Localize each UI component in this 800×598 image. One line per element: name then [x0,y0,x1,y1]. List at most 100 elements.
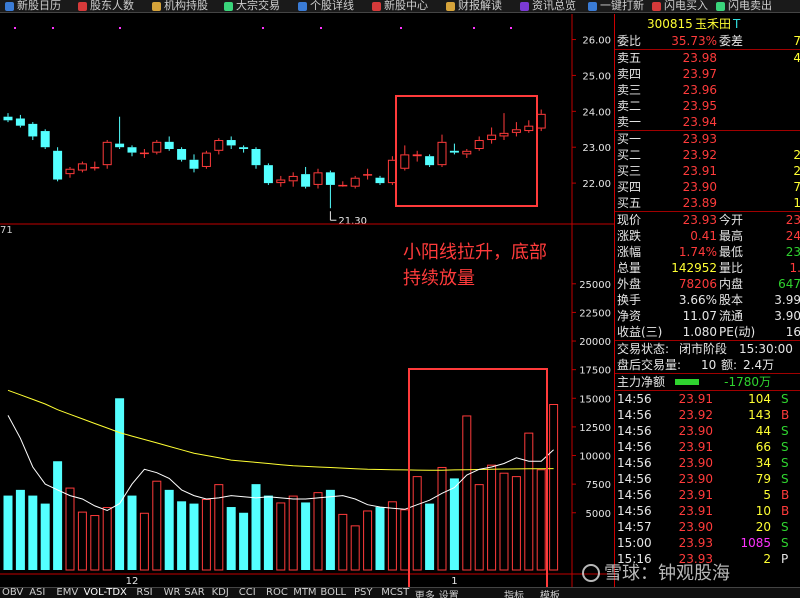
tick-side: S [781,456,789,470]
tick-side: S [781,472,789,486]
tick-side: B [781,488,790,502]
stat-value: 3.66% [678,293,717,307]
indicator-tab-13[interactable]: MCST [381,588,409,598]
toolbar-icon [5,1,14,11]
tick-vol: 104 [748,392,771,406]
volume-ma-short [7,415,554,512]
toolbar-item-2[interactable]: 机构持股 [152,0,208,12]
toolbar-item-6[interactable]: 财报解读 [446,0,502,12]
toolbar-item-3[interactable]: 大宗交易 [224,0,280,12]
bottom-right-tab-0[interactable]: 指标 [504,588,524,598]
price-tick-label: 23.00 [582,143,611,154]
stat-label: PE(动) [719,325,756,339]
marker-dot [320,27,322,29]
indicator-tab-10[interactable]: MTM [293,588,316,598]
toolbar-item-label: 新股日历 [17,0,61,12]
toolbar-item-9[interactable]: 闪电买入 [652,0,708,12]
candle-32 [400,154,410,169]
toolbar-item-label: 闪电买入 [664,0,708,12]
volume-bar-37 [462,415,472,571]
candle-21 [263,165,273,184]
toolbar-item-7[interactable]: 资讯总览 [520,0,576,12]
marker-dot [510,27,512,29]
indicator-tab-0[interactable]: OBV [2,588,23,598]
volume-tick-label: 17500 [579,366,611,377]
toolbar-item-1[interactable]: 股东人数 [78,0,134,12]
toolbar-item-label: 大宗交易 [236,0,280,12]
stock-name: 玉禾田 [695,17,732,31]
price-tick-label: 22.00 [582,179,611,190]
vol-indicator-label: 71 [0,225,13,236]
indicator-tab-3[interactable]: VOL-TDX [84,588,127,598]
bottom-right-tab-1[interactable]: 模板 [540,588,560,598]
tick-row-0: 14:56 23.91 104 S [615,391,800,407]
bid-price: 23.90 [682,180,717,194]
price-tick-label: 24.00 [582,107,611,118]
toolbar-item-4[interactable]: 个股详线 [298,0,354,12]
indicator-tab-4[interactable]: RSI [136,588,152,598]
bid-vol: 2 [771,163,800,179]
stat-row-4: 外盘 78206 内盘 647 [615,276,800,292]
tick-side: S [781,536,789,550]
candle-41 [511,129,521,133]
volume-bar-10 [127,495,137,570]
stat-value: 11.07 [682,309,717,323]
tick-side: S [781,440,789,454]
indicator-tab-12[interactable]: PSY [354,588,373,598]
stat-value: 23 [785,245,800,259]
stat-label: 量比 [719,261,744,275]
tick-time: 14:56 [617,440,652,454]
volume-bar-7 [90,515,100,571]
toolbar-icon [298,1,307,11]
indicator-tab-9[interactable]: ROC [266,588,288,598]
volume-tick-label: 20000 [579,337,611,348]
bid-label: 买一 [617,132,642,146]
tick-side: S [781,520,789,534]
tick-row-6: 14:56 23.91 5 B [615,487,800,503]
indicator-tab-1[interactable]: ASI [29,588,45,598]
volume-bar-43 [536,469,546,571]
toolbar-item-label: 个股详线 [310,0,354,12]
tick-time: 14:56 [617,392,652,406]
volume-bar-13 [164,489,174,570]
candle-34 [425,156,435,166]
toolbar-item-0[interactable]: 新股日历 [5,0,61,12]
indicator-tab-15[interactable]: 设置 [439,588,459,598]
main-flow-value: -1780万 [724,375,771,389]
volume-bar-6 [77,511,87,571]
trade-status-row: 交易状态: 闭市阶段 15:30:00 [615,341,800,357]
stat-label: 流通 [719,309,744,323]
indicator-tab-6[interactable]: SAR [184,588,204,598]
tick-vol: 66 [755,440,771,454]
indicator-tab-8[interactable]: CCI [239,588,256,598]
trade-status: 闭市阶段 [679,342,728,356]
indicator-tab-5[interactable]: WR [164,588,181,598]
top-toolbar: 新股日历 股东人数 机构持股 大宗交易 个股详线 新股中心 财报解读 资讯总览 一键打新 闪电买入… [0,0,800,13]
volume-bar-31 [387,501,397,571]
price-grid [14,27,512,29]
stat-value: 24 [785,229,800,243]
toolbar-icon [446,1,455,11]
tick-vol: 44 [755,424,771,438]
toolbar-item-8[interactable]: 一键打新 [588,0,644,12]
toolbar-item-5[interactable]: 新股中心 [372,0,428,12]
volume-tick-label: 12500 [579,423,611,434]
watermark-text: 雪球：钟观股海 [604,563,730,584]
indicator-tab-7[interactable]: KDJ [212,588,229,598]
tick-row-5: 14:56 23.90 79 S [615,471,800,487]
bid-label: 买三 [617,164,642,178]
tick-side: B [781,408,790,422]
indicator-tab-14[interactable]: 更多 [415,588,435,598]
marker-dot [400,27,402,29]
indicator-tab-11[interactable]: BOLL [320,588,346,598]
toolbar-item-10[interactable]: 闪电卖出 [716,0,772,12]
volume-tick-label: 5000 [586,509,611,520]
indicator-tab-2[interactable]: EMV [56,588,78,598]
stat-label: 最高 [719,229,744,243]
volume-tick-label: 22500 [579,308,611,319]
stat-row-7: 收益(三) 1.080 PE(动) 16 [615,324,800,340]
main-flow-row: 主力净额 -1780万 [615,374,800,390]
volume-ma-lines [7,389,554,512]
tick-price: 23.90 [678,424,713,438]
candle-14 [177,149,187,160]
